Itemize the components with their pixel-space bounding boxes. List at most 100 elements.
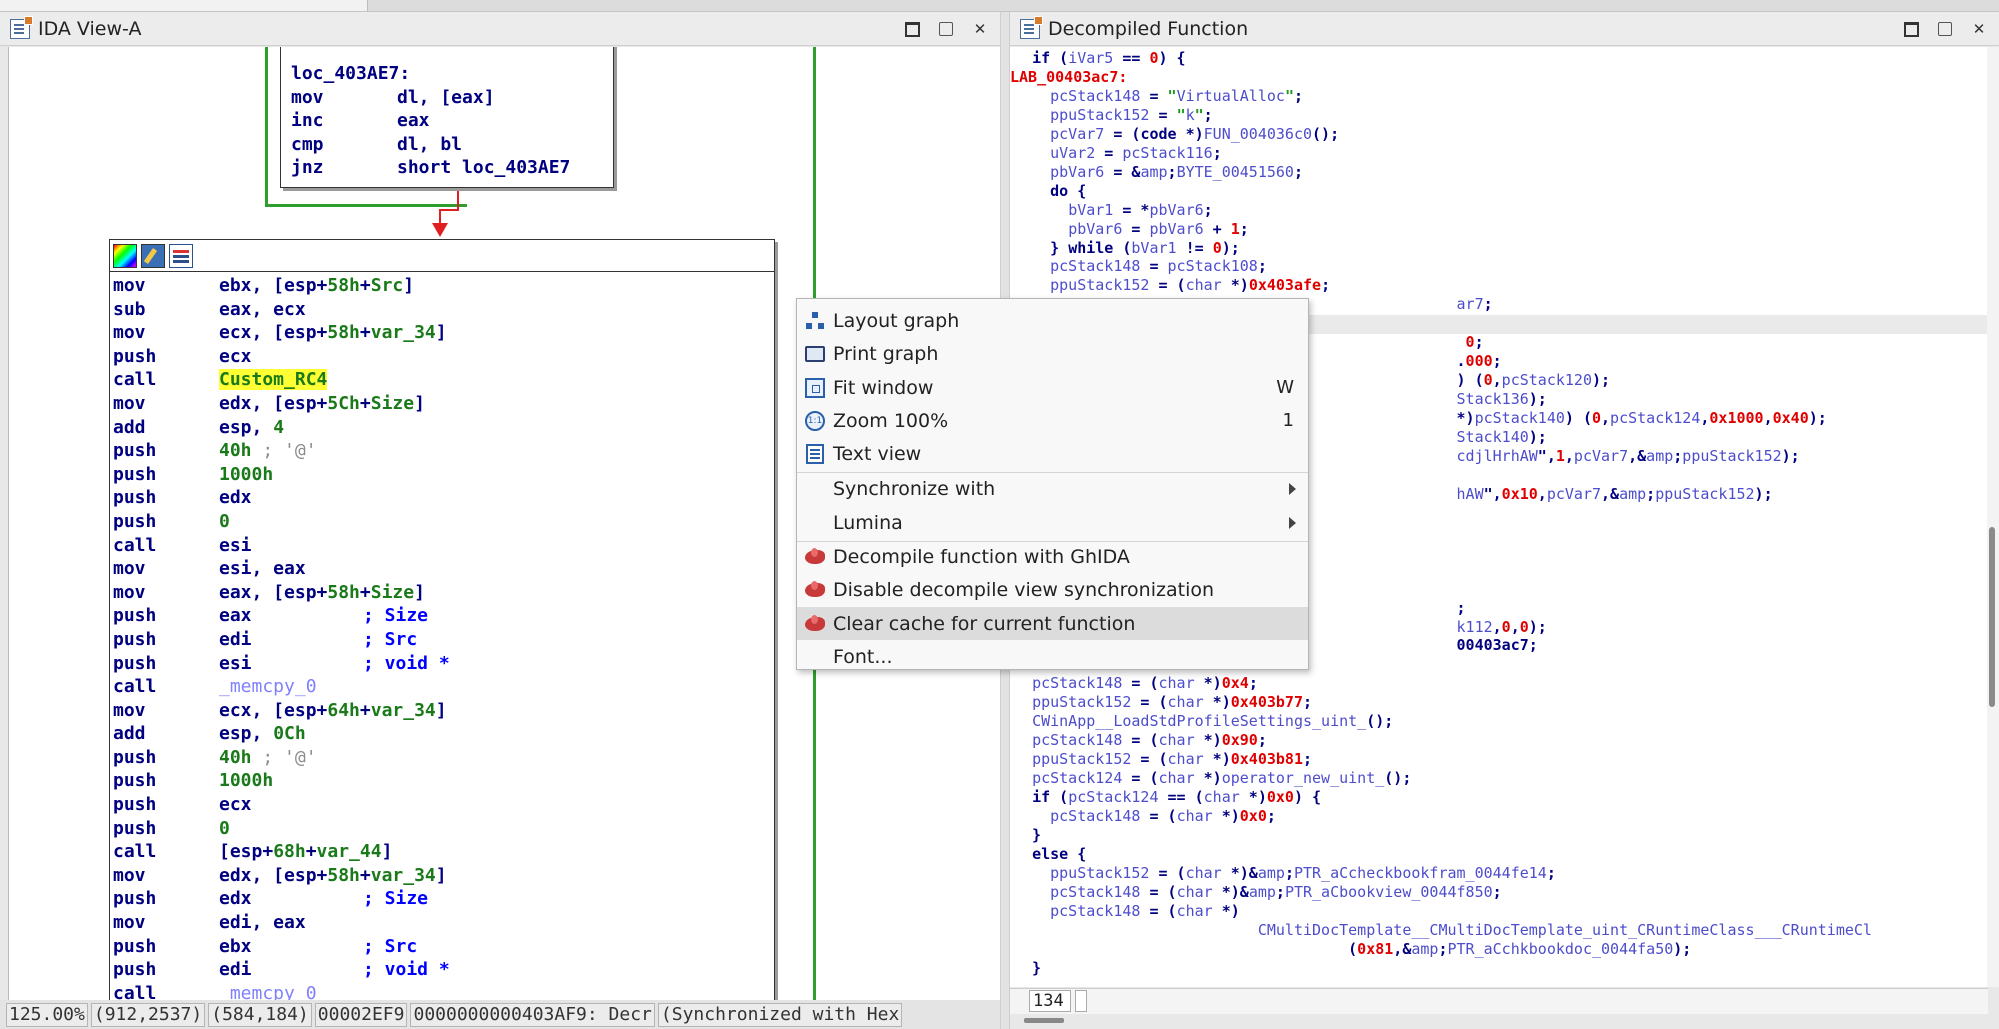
char-comment: ; '@' xyxy=(251,440,317,462)
operand-number: 1000h xyxy=(219,770,274,792)
menu-item-fit-window[interactable]: Fit window W xyxy=(797,371,1308,404)
comment: ; void * xyxy=(363,652,450,674)
mnemonic: add xyxy=(113,416,146,438)
menu-item-disable-decompile-view-synchronization[interactable]: Disable decompile view synchronization xyxy=(797,573,1308,606)
line-counter: 134 xyxy=(1029,990,1071,1012)
ghida-icon xyxy=(802,577,828,603)
context-menu: Layout graph Print graph Fit window W 1:1 Zoo… xyxy=(796,298,1309,670)
menu-item-label: Synchronize with xyxy=(833,477,996,500)
code-block-node[interactable]: mov ebx, [esp+58h+Src] sub eax, ecx mov ecx, … xyxy=(109,239,775,1000)
asm-line: cmp dl, bl xyxy=(291,133,463,155)
tab-stub[interactable] xyxy=(0,0,368,11)
menu-item-zoom-100[interactable]: 1:1 Zoom 100% 1 xyxy=(797,404,1308,437)
code-line: CWinApp__LoadStdProfileSettings_uint_(); xyxy=(1032,712,1394,731)
operand: edx xyxy=(219,888,252,910)
maximize-button[interactable] xyxy=(1899,18,1923,40)
operand: edi, eax xyxy=(219,912,306,934)
scroll-thumb[interactable] xyxy=(1989,527,1995,707)
highlighted-function: Custom_RC4 xyxy=(219,369,328,391)
operand: ebx, [esp+ xyxy=(219,275,328,296)
asm-line: add esp, 4 xyxy=(113,416,774,440)
asm-line: push ecx xyxy=(113,793,774,817)
operand: esi xyxy=(219,652,252,674)
asm-line: inc eax xyxy=(291,110,430,132)
code-line: pcStack148 = pcStack108; xyxy=(1050,257,1267,276)
code-line: (0x81,&amp;PTR_aCchkbookdoc_0044fa50); xyxy=(1014,939,1692,958)
menu-item-synchronize-with[interactable]: Synchronize with xyxy=(797,472,1308,505)
menu-item-font[interactable]: Font... xyxy=(797,640,1308,673)
menu-item-text-view[interactable]: Text view xyxy=(797,437,1308,470)
operand-number: 58h xyxy=(327,864,360,886)
asm-line: push edi ; Src xyxy=(113,628,774,652)
graph-edge xyxy=(265,47,268,207)
mnemonic: mov xyxy=(113,581,146,603)
operand: ] xyxy=(414,581,425,603)
menu-item-clear-cache-for-current-function[interactable]: Clear cache for current function xyxy=(797,607,1308,640)
asm-line: mov dl, [eax] xyxy=(291,86,495,108)
menu-item-spacer xyxy=(802,644,828,670)
operand-number: 58h xyxy=(327,581,360,603)
asm-line: mov edx, [esp+5Ch+Size] xyxy=(113,392,774,416)
maximize-button[interactable] xyxy=(900,18,924,40)
group-nodes-icon[interactable] xyxy=(169,243,193,268)
code-block-node[interactable]: loc_403AE7: mov dl, [eax] inc eax cmp dl, b… xyxy=(280,47,614,188)
graph-edge xyxy=(457,190,459,210)
asm-line: mov edi, eax xyxy=(113,911,774,935)
close-button[interactable]: ✕ xyxy=(1967,18,1991,40)
operand: esi xyxy=(219,534,252,556)
layout-graph-icon xyxy=(802,308,828,334)
mnemonic: mov xyxy=(113,322,146,344)
code-line: ppuStack152 = "k"; xyxy=(1050,105,1213,124)
status-bar: 125.00% (912,2537) (584,184) 00002EF9 00… xyxy=(0,1000,1000,1029)
menu-item-print-graph[interactable]: Print graph xyxy=(797,337,1308,370)
mnemonic: push xyxy=(113,888,157,910)
menu-item-decompile-function-with-ghida[interactable]: Decompile function with GhIDA xyxy=(797,540,1308,573)
operand: ] xyxy=(403,275,415,296)
asm-line: mov esi, eax xyxy=(113,557,774,581)
ghida-icon xyxy=(802,611,828,637)
asm-line: sub eax, ecx xyxy=(113,298,774,322)
horizontal-scrollbar[interactable] xyxy=(1024,1018,1064,1023)
menu-item-lumina[interactable]: Lumina xyxy=(797,506,1308,539)
mnemonic: push xyxy=(113,487,157,509)
char-comment: ; '@' xyxy=(251,746,317,768)
operand: edi xyxy=(219,628,252,650)
graph-edge xyxy=(439,209,441,224)
rename-icon[interactable] xyxy=(141,243,165,268)
mnemonic: mov xyxy=(113,275,146,296)
operand: ecx, [esp+ xyxy=(219,699,328,721)
color-palette-icon[interactable] xyxy=(113,243,137,268)
code-line: pbVar6 = pbVar6 + 1; xyxy=(1068,219,1249,238)
asm-line: jnz short loc_403AE7 xyxy=(291,157,571,179)
menu-item-label: Clear cache for current function xyxy=(833,612,1136,635)
graph-edge xyxy=(439,209,459,211)
mnemonic: call xyxy=(113,841,157,863)
code-line: } xyxy=(1014,825,1042,844)
function-ref: _memcpy_0 xyxy=(219,982,317,1000)
vertical-scrollbar[interactable] xyxy=(1987,47,1999,987)
operand: + xyxy=(359,699,371,721)
float-button[interactable] xyxy=(1933,18,1957,40)
mnemonic: push xyxy=(113,440,157,462)
operand-number: 5Ch xyxy=(327,392,360,414)
code-line: bVar1 = *pbVar6; xyxy=(1068,200,1213,219)
asm-line: push 1000h xyxy=(113,769,774,793)
decompiled-icon xyxy=(1020,15,1043,39)
operand: + xyxy=(305,841,317,863)
close-button[interactable]: ✕ xyxy=(968,18,992,40)
menu-item-label: Fit window xyxy=(833,376,934,399)
menu-item-layout-graph[interactable]: Layout graph xyxy=(797,304,1308,337)
mnemonic: push xyxy=(113,652,157,674)
asm-line: push 40h ; '@' xyxy=(113,439,774,463)
code-line: ppuStack152 = (char *)0x403afe; xyxy=(1050,276,1331,295)
line-counter-extra xyxy=(1075,990,1087,1012)
float-button[interactable] xyxy=(934,18,958,40)
comment: ; Src xyxy=(363,628,418,650)
node-coords: (584,184) xyxy=(208,1002,312,1027)
operand-name: var_34 xyxy=(370,322,436,344)
operand: ] xyxy=(414,392,425,414)
operand-number: 0 xyxy=(219,817,230,839)
menu-item-label: Text view xyxy=(833,442,922,465)
asm-line: mov ecx, [esp+58h+var_34] xyxy=(113,321,774,345)
edge-arrow xyxy=(432,223,448,237)
